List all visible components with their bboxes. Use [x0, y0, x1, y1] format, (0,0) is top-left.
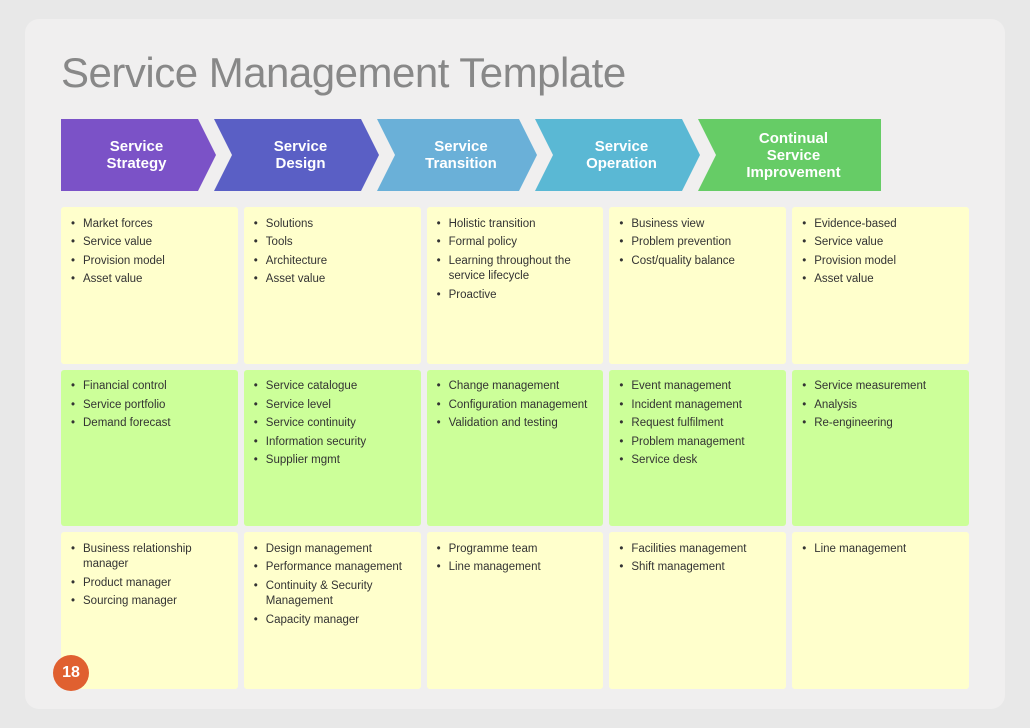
arrow-csi: ContinualServiceImprovement — [698, 119, 881, 191]
cell-r2-ss: Financial control Service portfolio Dema… — [61, 370, 238, 527]
list-item: Service level — [254, 396, 411, 415]
content-row-1: Market forces Service value Provision mo… — [61, 207, 969, 364]
arrow-service-operation: ServiceOperation — [535, 119, 700, 191]
list-item: Problem management — [619, 433, 776, 452]
arrow-service-strategy: ServiceStrategy — [61, 119, 216, 191]
arrow-label-so: ServiceOperation — [586, 138, 657, 172]
list-item: Re-engineering — [802, 415, 959, 434]
list-item: Information security — [254, 433, 411, 452]
page-title: Service Management Template — [61, 49, 969, 97]
list-item: Analysis — [802, 396, 959, 415]
list-item: Line management — [437, 559, 594, 578]
cell-r1-so: Business view Problem prevention Cost/qu… — [609, 207, 786, 364]
list-item: Solutions — [254, 215, 411, 234]
list-item: Service measurement — [802, 378, 959, 397]
list-item: Service desk — [619, 452, 776, 471]
list-item: Service portfolio — [71, 396, 228, 415]
arrow-service-transition: ServiceTransition — [377, 119, 537, 191]
list-item: Business view — [619, 215, 776, 234]
list-item: Market forces — [71, 215, 228, 234]
list-item: Shift management — [619, 559, 776, 578]
content-row-3: Business relationship manager Product ma… — [61, 532, 969, 689]
list-item: Financial control — [71, 378, 228, 397]
list-item: Learning throughout the service lifecycl… — [437, 252, 594, 286]
list-item: Service value — [802, 234, 959, 253]
list-item: Proactive — [437, 286, 594, 305]
arrow-label-ss: ServiceStrategy — [106, 138, 166, 172]
list-item: Asset value — [802, 271, 959, 290]
list-item: Service catalogue — [254, 378, 411, 397]
list-item: Request fulfilment — [619, 415, 776, 434]
cell-r3-csi: Line management — [792, 532, 969, 689]
list-item: Design management — [254, 540, 411, 559]
content-grid: Market forces Service value Provision mo… — [61, 207, 969, 689]
cell-r1-ss: Market forces Service value Provision mo… — [61, 207, 238, 364]
list-item: Capacity manager — [254, 611, 411, 630]
list-item: Problem prevention — [619, 234, 776, 253]
list-item: Service value — [71, 234, 228, 253]
slide: Service Management Template ServiceStrat… — [25, 19, 1005, 709]
list-item: Performance management — [254, 559, 411, 578]
cell-r1-csi: Evidence-based Service value Provision m… — [792, 207, 969, 364]
list-item: Configuration management — [437, 396, 594, 415]
list-item: Cost/quality balance — [619, 252, 776, 271]
cell-r2-so: Event management Incident management Req… — [609, 370, 786, 527]
list-item: Change management — [437, 378, 594, 397]
cell-r3-st: Programme team Line management — [427, 532, 604, 689]
page-number: 18 — [53, 655, 89, 691]
list-item: Provision model — [802, 252, 959, 271]
arrow-label-sd: ServiceDesign — [274, 138, 327, 172]
cell-r2-st: Change management Configuration manageme… — [427, 370, 604, 527]
list-item: Demand forecast — [71, 415, 228, 434]
list-item: Asset value — [254, 271, 411, 290]
cell-r2-sd: Service catalogue Service level Service … — [244, 370, 421, 527]
list-item: Holistic transition — [437, 215, 594, 234]
list-item: Service continuity — [254, 415, 411, 434]
cell-r3-so: Facilities management Shift management — [609, 532, 786, 689]
list-item: Incident management — [619, 396, 776, 415]
arrow-label-st: ServiceTransition — [425, 138, 497, 172]
arrow-header: ServiceStrategy ServiceDesign ServiceTra… — [61, 119, 969, 191]
list-item: Business relationship manager — [71, 540, 228, 574]
list-item: Facilities management — [619, 540, 776, 559]
list-item: Evidence-based — [802, 215, 959, 234]
list-item: Architecture — [254, 252, 411, 271]
list-item: Product manager — [71, 574, 228, 593]
list-item: Supplier mgmt — [254, 452, 411, 471]
cell-r3-sd: Design management Performance management… — [244, 532, 421, 689]
list-item: Formal policy — [437, 234, 594, 253]
list-item: Validation and testing — [437, 415, 594, 434]
arrow-service-design: ServiceDesign — [214, 119, 379, 191]
content-row-2: Financial control Service portfolio Dema… — [61, 370, 969, 527]
list-item: Continuity & Security Management — [254, 577, 411, 611]
list-item: Line management — [802, 540, 959, 559]
list-item: Event management — [619, 378, 776, 397]
cell-r1-sd: Solutions Tools Architecture Asset value — [244, 207, 421, 364]
list-item: Provision model — [71, 252, 228, 271]
list-item: Sourcing manager — [71, 593, 228, 612]
list-item: Programme team — [437, 540, 594, 559]
list-item: Tools — [254, 234, 411, 253]
cell-r2-csi: Service measurement Analysis Re-engineer… — [792, 370, 969, 527]
arrow-label-csi: ContinualServiceImprovement — [746, 130, 840, 181]
list-item: Asset value — [71, 271, 228, 290]
cell-r1-st: Holistic transition Formal policy Learni… — [427, 207, 604, 364]
